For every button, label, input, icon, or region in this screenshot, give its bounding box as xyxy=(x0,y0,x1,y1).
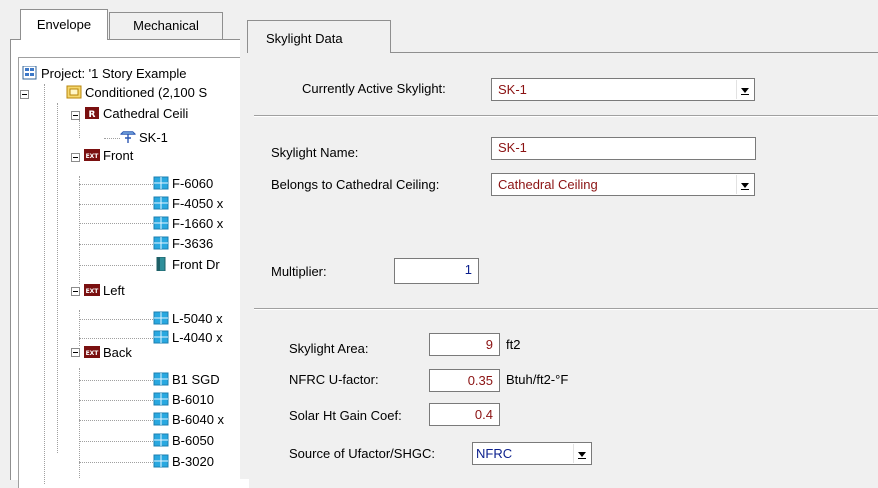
window-icon xyxy=(153,236,169,250)
belongs-to-value: Cathedral Ceiling xyxy=(498,177,598,192)
tree-item-label: L-5040 x xyxy=(172,311,223,326)
tree-item-label: Cathedral Ceili xyxy=(103,106,189,121)
separator xyxy=(254,116,878,117)
skylight-area-field[interactable]: 9 xyxy=(429,333,500,356)
left-pane: Envelope Mechanical Project: '1 Story Ex… xyxy=(0,0,249,488)
tab-mechanical[interactable]: Mechanical xyxy=(109,12,223,40)
window-icon xyxy=(153,311,169,325)
window-icon xyxy=(153,392,169,406)
tree-item-b-6010[interactable]: B-6010 xyxy=(153,391,214,409)
tree-item-sk-1[interactable]: SK-1 xyxy=(120,129,168,147)
tree-item-left[interactable]: EXT Left xyxy=(84,282,125,300)
expander-back[interactable] xyxy=(71,348,80,357)
active-skylight-select[interactable]: SK-1 xyxy=(491,78,755,101)
separator xyxy=(254,309,878,310)
door-icon xyxy=(156,257,166,271)
skylight-panel: Skylight Data Currently Active Skylight:… xyxy=(240,0,878,479)
svg-text:EXT: EXT xyxy=(86,288,100,295)
tree-item-label: L-4040 x xyxy=(172,330,223,345)
tree-item-b-6050[interactable]: B-6050 xyxy=(153,432,214,450)
tree-item-back[interactable]: EXT Back xyxy=(84,344,132,362)
tree-item-f-3636[interactable]: F-3636 xyxy=(153,235,213,253)
tree-item-b1-sgd[interactable]: B1 SGD xyxy=(153,371,220,389)
multiplier-label: Multiplier: xyxy=(271,264,327,279)
tree-item-f-1660[interactable]: F-1660 x xyxy=(153,215,223,233)
roof-icon: R xyxy=(85,107,99,120)
skylight-area-label: Skylight Area: xyxy=(289,341,369,356)
window-icon xyxy=(153,433,169,447)
shgc-field[interactable]: 0.4 xyxy=(429,403,500,426)
u-factor-label: NFRC U-factor: xyxy=(289,372,379,387)
tree-item-label: SK-1 xyxy=(139,130,168,145)
expander-cathedral[interactable] xyxy=(71,111,80,120)
svg-text:EXT: EXT xyxy=(86,350,100,357)
tree-item-label: F-3636 xyxy=(172,236,214,251)
zone-icon xyxy=(66,85,82,99)
source-select[interactable]: NFRC xyxy=(472,442,592,465)
tree-item-label: Front Dr xyxy=(172,257,220,272)
tab-skylight-data[interactable]: Skylight Data xyxy=(247,20,391,53)
tree-item-front-door[interactable]: Front Dr xyxy=(153,256,220,274)
tree-item-f-6060[interactable]: F-6060 xyxy=(153,175,213,193)
tree-item-label: F-4050 x xyxy=(172,196,224,211)
window-icon xyxy=(153,330,169,344)
window-icon xyxy=(153,216,169,230)
belongs-to-select[interactable]: Cathedral Ceiling xyxy=(491,173,755,196)
expander-left[interactable] xyxy=(71,287,80,296)
exterior-wall-icon: EXT xyxy=(84,149,100,161)
active-skylight-value: SK-1 xyxy=(498,82,527,97)
window-icon xyxy=(153,196,169,210)
tree-item-label: Front xyxy=(103,148,134,163)
svg-text:EXT: EXT xyxy=(86,153,100,160)
area-unit: ft2 xyxy=(506,337,521,352)
exterior-wall-icon: EXT xyxy=(84,346,100,358)
tree-item-label: B-6040 x xyxy=(172,412,225,427)
tree-item-f-4050[interactable]: F-4050 x xyxy=(153,195,223,213)
u-factor-field[interactable]: 0.35 xyxy=(429,369,500,392)
tree-item-cathedral-ceiling[interactable]: R Cathedral Ceili xyxy=(84,105,188,123)
tree-item-label: F-1660 x xyxy=(172,216,224,231)
window-icon xyxy=(153,372,169,386)
tree-item-l-4040[interactable]: L-4040 x xyxy=(153,329,223,347)
active-skylight-label: Currently Active Skylight: xyxy=(302,81,446,96)
tree-item-conditioned[interactable]: Conditioned (2,100 S xyxy=(66,84,207,102)
tree-item-project[interactable]: Project: '1 Story Example xyxy=(22,65,187,83)
project-tree[interactable]: Project: '1 Story Example Conditioned (2… xyxy=(18,57,249,488)
skylight-name-label: Skylight Name: xyxy=(271,145,359,160)
tree-item-label: F-6060 xyxy=(172,176,214,191)
exterior-wall-icon: EXT xyxy=(84,284,100,296)
belongs-to-label: Belongs to Cathedral Ceiling: xyxy=(271,177,440,192)
svg-text:R: R xyxy=(89,110,96,120)
tree-item-label: B-3020 xyxy=(172,454,214,469)
tab-envelope[interactable]: Envelope xyxy=(20,9,108,40)
tree-item-label: Conditioned (2,100 S xyxy=(85,85,208,100)
tree-item-label: B1 SGD xyxy=(172,372,220,387)
tree-item-b-3020[interactable]: B-3020 xyxy=(153,453,214,471)
chevron-down-icon[interactable] xyxy=(736,80,753,99)
expander-conditioned[interactable] xyxy=(20,90,29,99)
tree-item-label: Left xyxy=(103,283,125,298)
shgc-label: Solar Ht Gain Coef: xyxy=(289,408,402,423)
chevron-down-icon[interactable] xyxy=(573,444,590,463)
skylight-icon xyxy=(120,131,136,143)
tree-item-label: Back xyxy=(103,345,132,360)
source-label: Source of Ufactor/SHGC: xyxy=(289,446,435,461)
skylight-name-field[interactable]: SK-1 xyxy=(491,137,756,160)
chevron-down-icon[interactable] xyxy=(736,175,753,194)
window-icon xyxy=(153,176,169,190)
tree-item-l-5040[interactable]: L-5040 x xyxy=(153,310,223,328)
tree-item-label: B-6010 xyxy=(172,392,214,407)
multiplier-field[interactable]: 1 xyxy=(394,258,479,284)
u-factor-unit: Btuh/ft2-°F xyxy=(506,372,569,387)
tree-item-label: B-6050 xyxy=(172,433,214,448)
tree-item-label: Project: '1 Story Example xyxy=(41,66,187,81)
window-icon xyxy=(153,412,169,426)
project-icon xyxy=(22,66,37,80)
expander-front[interactable] xyxy=(71,153,80,162)
window-icon xyxy=(153,454,169,468)
source-value: NFRC xyxy=(476,446,513,461)
tree-item-b-6040[interactable]: B-6040 x xyxy=(153,411,224,429)
tree-item-front[interactable]: EXT Front xyxy=(84,147,133,165)
